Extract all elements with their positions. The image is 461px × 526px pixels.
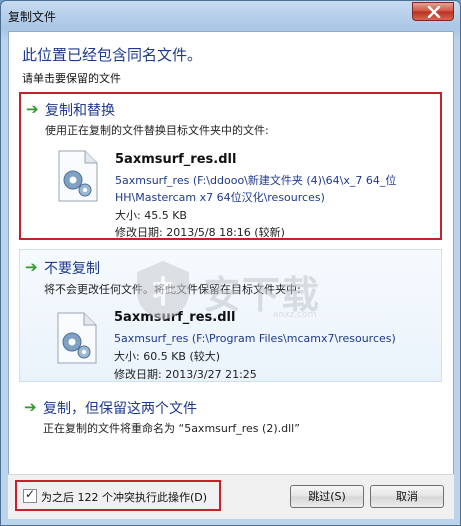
file-path-line1: 5axmsurf_res (F:\ddooo\新建文件夹 (4)\64\x_7 … xyxy=(115,174,397,187)
option-title: 不要复制 xyxy=(44,261,100,277)
green-arrow-icon: ➔ xyxy=(25,258,38,276)
file-path-line2: HH\Mastercam x7 64位汉化\resources) xyxy=(115,191,325,204)
cancel-button[interactable]: 取消 xyxy=(370,485,444,508)
file-path-line1: 5axmsurf_res (F:\Program Files\mcamx7\re… xyxy=(114,332,396,345)
watermark-logo: 安下载 anxz.com xyxy=(131,258,341,322)
close-icon xyxy=(427,6,441,18)
option-title: 复制，但保留这两个文件 xyxy=(43,401,197,417)
file-date: 修改日期: 2013/3/27 21:25 xyxy=(114,368,257,381)
dialog-footer: ✓ 为之后 122 个冲突执行此操作(D) 跳过(S) 取消 xyxy=(8,474,454,519)
dialog-content: 此位置已经包含同名文件。 请单击要保留的文件 ➔ 复制和替换 使用正在复制的文件… xyxy=(8,31,454,519)
dialog-instruction: 请单击要保留的文件 xyxy=(22,72,121,85)
copy-file-dialog: 复制文件 此位置已经包含同名文件。 请单击要保留的文件 ➔ 复制和替换 使用正在… xyxy=(0,0,461,526)
window-title: 复制文件 xyxy=(8,10,57,24)
file-date: 修改日期: 2013/5/8 18:16 (较新) xyxy=(115,226,285,239)
option-description: 使用正在复制的文件替换目标文件夹中的文件: xyxy=(45,124,269,137)
apply-to-all-checkbox-group[interactable]: ✓ 为之后 122 个冲突执行此操作(D) xyxy=(15,480,221,511)
file-name: 5axmsurf_res.dll xyxy=(115,152,237,167)
green-arrow-icon: ➔ xyxy=(24,398,37,416)
option-copy-and-replace[interactable]: ➔ 复制和替换 使用正在复制的文件替换目标文件夹中的文件: 5axmsurf_r… xyxy=(19,92,442,240)
dll-file-icon xyxy=(58,150,98,202)
green-arrow-icon: ➔ xyxy=(26,100,39,118)
file-size: 大小: 60.5 KB (较大) xyxy=(114,350,221,363)
watermark-subtext: anxz.com xyxy=(273,310,317,320)
option-description: 正在复制的文件将重命名为 “5axmsurf_res (2).dll” xyxy=(43,422,300,435)
skip-button[interactable]: 跳过(S) xyxy=(290,485,364,508)
close-button[interactable] xyxy=(412,2,454,21)
apply-to-all-label[interactable]: 为之后 122 个冲突执行此操作(D) xyxy=(41,489,207,505)
apply-to-all-checkbox[interactable]: ✓ xyxy=(23,487,37,503)
option-title: 复制和替换 xyxy=(45,103,115,119)
dialog-headline: 此位置已经包含同名文件。 xyxy=(22,46,203,64)
file-size: 大小: 45.5 KB xyxy=(115,209,187,222)
option-copy-keep-both[interactable]: ➔ 复制，但保留这两个文件 正在复制的文件将重命名为 “5axmsurf_res… xyxy=(19,394,442,442)
title-bar[interactable]: 复制文件 xyxy=(1,1,460,31)
dll-file-icon xyxy=(57,312,97,364)
checkmark-icon: ✓ xyxy=(25,487,36,501)
